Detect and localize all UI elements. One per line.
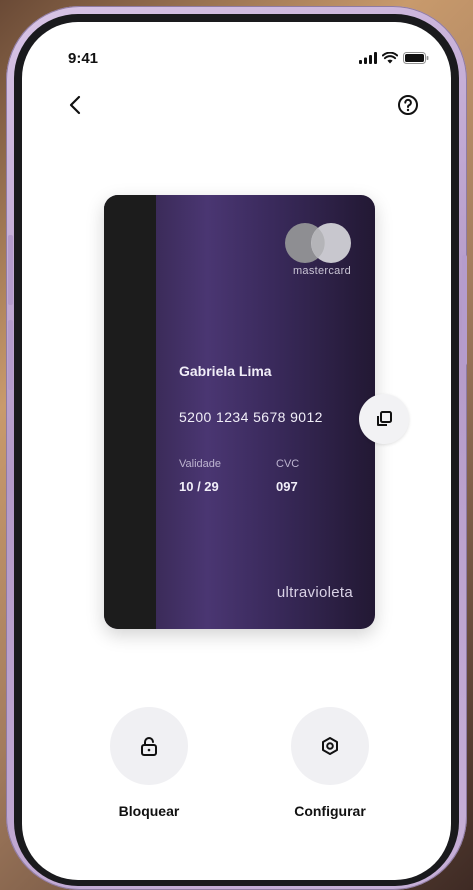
signal-icon	[359, 52, 377, 64]
copy-icon	[377, 411, 392, 426]
card-holder-name: Gabriela Lima	[179, 363, 272, 379]
chevron-left-icon	[69, 95, 81, 115]
card-number: 5200 1234 5678 9012	[179, 409, 323, 425]
card-brand: ultravioleta	[276, 584, 353, 601]
lock-card-circle[interactable]	[110, 707, 188, 785]
battery-icon	[403, 52, 429, 64]
settings-icon	[322, 737, 338, 755]
status-time: 9:41	[68, 50, 99, 67]
status-icons	[359, 52, 429, 64]
lock-icon	[141, 737, 157, 756]
wifi-icon	[382, 52, 398, 64]
credit-card[interactable]: mastercard Gabriela Lima 5200 1234 5678 …	[104, 195, 375, 629]
configure-card-button[interactable]: Configurar	[280, 707, 380, 819]
card-network-name: mastercard	[292, 265, 351, 277]
help-circle-icon	[398, 95, 418, 115]
copy-card-number-button[interactable]	[359, 394, 409, 444]
phone-side-button	[462, 255, 467, 365]
help-button[interactable]	[395, 92, 421, 118]
phone-side-button	[8, 320, 13, 390]
phone-side-button	[8, 235, 13, 305]
card-expiry-label: Validade	[179, 458, 221, 470]
configure-card-label: Configurar	[294, 803, 366, 819]
lock-card-button[interactable]: Bloquear	[99, 707, 199, 819]
card-expiry-value: 10 / 29	[179, 479, 219, 494]
card-cvc-label: CVC	[276, 458, 300, 470]
configure-card-circle[interactable]	[291, 707, 369, 785]
card-cvc-value: 097	[276, 479, 298, 494]
lock-card-label: Bloquear	[118, 803, 180, 819]
back-button[interactable]	[62, 92, 88, 118]
phone-screen: 9:41 mastercard Gabriela Lima 5200 1234 …	[22, 22, 451, 880]
card-side-stripe	[104, 195, 156, 629]
